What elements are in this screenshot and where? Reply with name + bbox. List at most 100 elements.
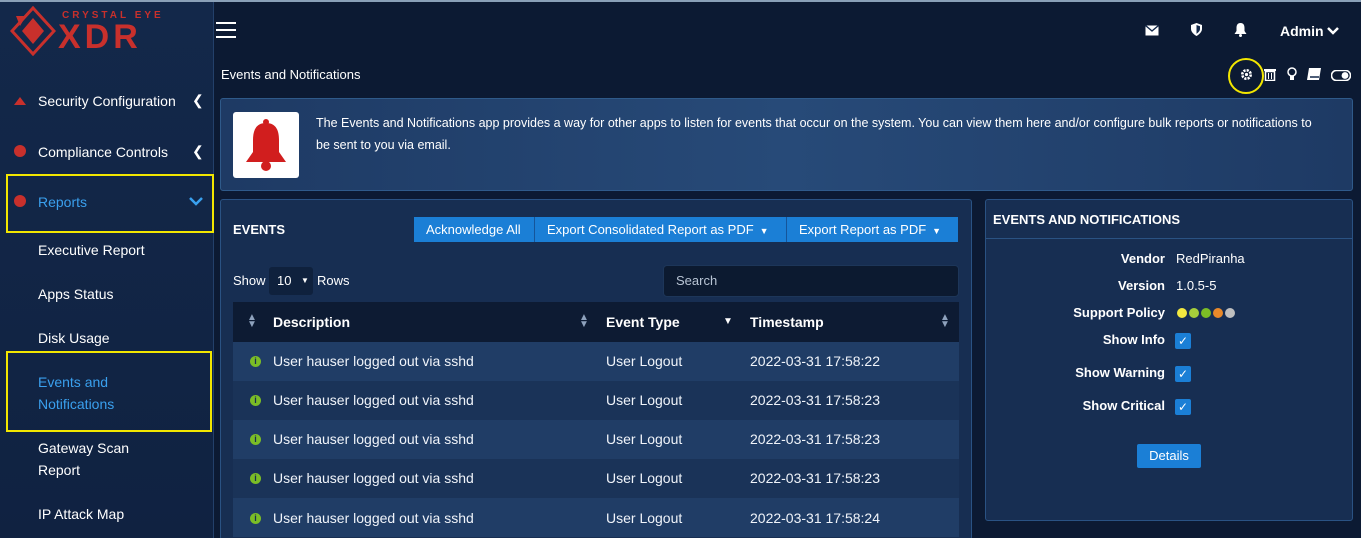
event-type: User Logout bbox=[606, 510, 683, 526]
version-label: Version bbox=[1118, 278, 1165, 293]
check-icon: ✓ bbox=[1177, 334, 1189, 348]
vendor-label: Vendor bbox=[1120, 251, 1165, 266]
button-label: Export Report as PDF bbox=[799, 222, 927, 237]
show-critical-checkbox[interactable]: ✓ bbox=[1175, 399, 1191, 415]
table-row[interactable]: i User hauser logged out via sshd User L… bbox=[233, 459, 959, 498]
compliance-icon bbox=[14, 144, 26, 161]
shield-icon[interactable] bbox=[1191, 23, 1202, 39]
event-type: User Logout bbox=[606, 431, 683, 447]
lightbulb-icon[interactable] bbox=[1287, 67, 1297, 84]
export-consolidated-pdf-button[interactable]: Export Consolidated Report as PDF ▼ bbox=[535, 217, 787, 242]
chevron-down-icon bbox=[1327, 27, 1340, 35]
page-title: Events and Notifications bbox=[221, 67, 361, 82]
event-type: User Logout bbox=[606, 353, 683, 369]
info-icon: i bbox=[250, 513, 261, 524]
rows-per-page-select[interactable]: 10 ▼ bbox=[269, 267, 313, 295]
table-row[interactable]: i User hauser logged out via sshd User L… bbox=[233, 498, 959, 537]
user-name: Admin bbox=[1280, 23, 1324, 39]
info-icon: i bbox=[250, 356, 261, 367]
chevron-left-icon: ❮ bbox=[192, 143, 204, 159]
search-input[interactable]: Search bbox=[663, 265, 959, 297]
show-info-checkbox[interactable]: ✓ bbox=[1175, 333, 1191, 349]
hamburger-menu-icon[interactable] bbox=[216, 22, 236, 40]
trash-icon[interactable] bbox=[1264, 68, 1276, 84]
sidebar-subitem-ip-attack-map[interactable]: IP Attack Map bbox=[38, 503, 198, 525]
info-icon: i bbox=[250, 395, 261, 406]
support-policy-label: Support Policy bbox=[1073, 305, 1165, 320]
event-timestamp: 2022-03-31 17:58:23 bbox=[750, 431, 880, 447]
show-warning-label: Show Warning bbox=[1075, 365, 1165, 380]
app-logo bbox=[233, 112, 299, 178]
page-title-bar bbox=[214, 60, 1361, 92]
brand-name: XDR bbox=[58, 18, 142, 56]
table-row[interactable]: i User hauser logged out via sshd User L… bbox=[233, 381, 959, 420]
user-menu[interactable]: Admin bbox=[1280, 23, 1340, 39]
button-label: Export Consolidated Report as PDF bbox=[547, 222, 754, 237]
info-icon: i bbox=[250, 473, 261, 484]
sidebar-subitem-apps-status[interactable]: Apps Status bbox=[38, 283, 198, 305]
gear-icon[interactable] bbox=[1240, 68, 1253, 84]
app-window: CRYSTAL EYE XDR Security Configuration ❮… bbox=[0, 0, 1361, 538]
app-info-panel bbox=[985, 199, 1353, 521]
event-description: User hauser logged out via sshd bbox=[273, 353, 474, 369]
sidebar-subitem-executive-report[interactable]: Executive Report bbox=[38, 239, 198, 261]
support-dot bbox=[1177, 308, 1187, 318]
show-info-label: Show Info bbox=[1102, 332, 1165, 347]
column-header-description[interactable]: Description bbox=[273, 314, 350, 330]
show-critical-label: Show Critical bbox=[1082, 398, 1165, 413]
event-timestamp: 2022-03-31 17:58:24 bbox=[750, 510, 880, 526]
bell-icon[interactable] bbox=[1234, 23, 1247, 40]
reports-icon bbox=[14, 194, 26, 211]
details-button[interactable]: Details bbox=[1137, 444, 1201, 468]
column-header-event-type[interactable]: Event Type bbox=[606, 314, 680, 330]
event-timestamp: 2022-03-31 17:58:23 bbox=[750, 470, 880, 486]
event-type: User Logout bbox=[606, 392, 683, 408]
rows-per-page-value: 10 bbox=[277, 273, 292, 288]
triangle-icon bbox=[14, 93, 26, 110]
app-info-heading: EVENTS AND NOTIFICATIONS bbox=[993, 212, 1181, 227]
bell-icon bbox=[246, 119, 286, 171]
event-type: User Logout bbox=[606, 470, 683, 486]
sidebar-subitem-disk-usage[interactable]: Disk Usage bbox=[38, 327, 198, 349]
support-dot bbox=[1225, 308, 1235, 318]
divider bbox=[986, 238, 1352, 239]
support-dot bbox=[1213, 308, 1223, 318]
table-row[interactable]: i User hauser logged out via sshd User L… bbox=[233, 420, 959, 459]
sidebar-subitem-gateway-scan-report[interactable]: Gateway Scan Report bbox=[38, 437, 148, 481]
events-heading: EVENTS bbox=[233, 222, 286, 237]
caret-down-icon: ▼ bbox=[932, 226, 942, 236]
sort-desc-icon[interactable]: ▼ bbox=[723, 317, 733, 327]
sidebar-item-label: Reports bbox=[38, 194, 88, 210]
sidebar-item-label: Security Configuration bbox=[38, 93, 176, 109]
column-header-timestamp[interactable]: Timestamp bbox=[750, 314, 824, 330]
toggle-icon[interactable] bbox=[1330, 69, 1352, 84]
vendor-value: RedPiranha bbox=[1176, 251, 1245, 266]
event-timestamp: 2022-03-31 17:58:22 bbox=[750, 353, 880, 369]
sort-icon[interactable]: ▲ ▼ bbox=[940, 313, 950, 330]
export-pdf-button[interactable]: Export Report as PDF ▼ bbox=[787, 217, 958, 242]
mail-icon[interactable] bbox=[1145, 24, 1159, 39]
rows-label: Rows bbox=[317, 273, 350, 288]
event-description: User hauser logged out via sshd bbox=[273, 431, 474, 447]
caret-down-icon: ▼ bbox=[301, 276, 309, 285]
version-value: 1.0.5-5 bbox=[1176, 278, 1217, 293]
show-warning-checkbox[interactable]: ✓ bbox=[1175, 366, 1191, 382]
table-row[interactable]: i User hauser logged out via sshd User L… bbox=[233, 342, 959, 381]
event-description: User hauser logged out via sshd bbox=[273, 510, 474, 526]
event-description: User hauser logged out via sshd bbox=[273, 470, 474, 486]
acknowledge-all-button[interactable]: Acknowledge All bbox=[414, 217, 535, 242]
info-icon: i bbox=[250, 434, 261, 445]
brand-logo[interactable]: CRYSTAL EYE XDR bbox=[0, 2, 214, 62]
sidebar: CRYSTAL EYE XDR Security Configuration ❮… bbox=[0, 2, 214, 538]
sidebar-subitem-events-notifications[interactable]: Events and Notifications bbox=[38, 371, 148, 415]
event-timestamp: 2022-03-31 17:58:23 bbox=[750, 392, 880, 408]
sort-icon[interactable]: ▲ ▼ bbox=[579, 313, 589, 330]
sort-icon[interactable]: ▲ ▼ bbox=[247, 313, 257, 330]
caret-down-icon: ▼ bbox=[759, 226, 769, 236]
chevron-left-icon: ❮ bbox=[192, 92, 204, 108]
chevron-down-icon bbox=[189, 195, 203, 209]
book-icon[interactable] bbox=[1307, 68, 1321, 83]
check-icon: ✓ bbox=[1177, 400, 1189, 414]
support-dot bbox=[1201, 308, 1211, 318]
check-icon: ✓ bbox=[1177, 367, 1189, 381]
